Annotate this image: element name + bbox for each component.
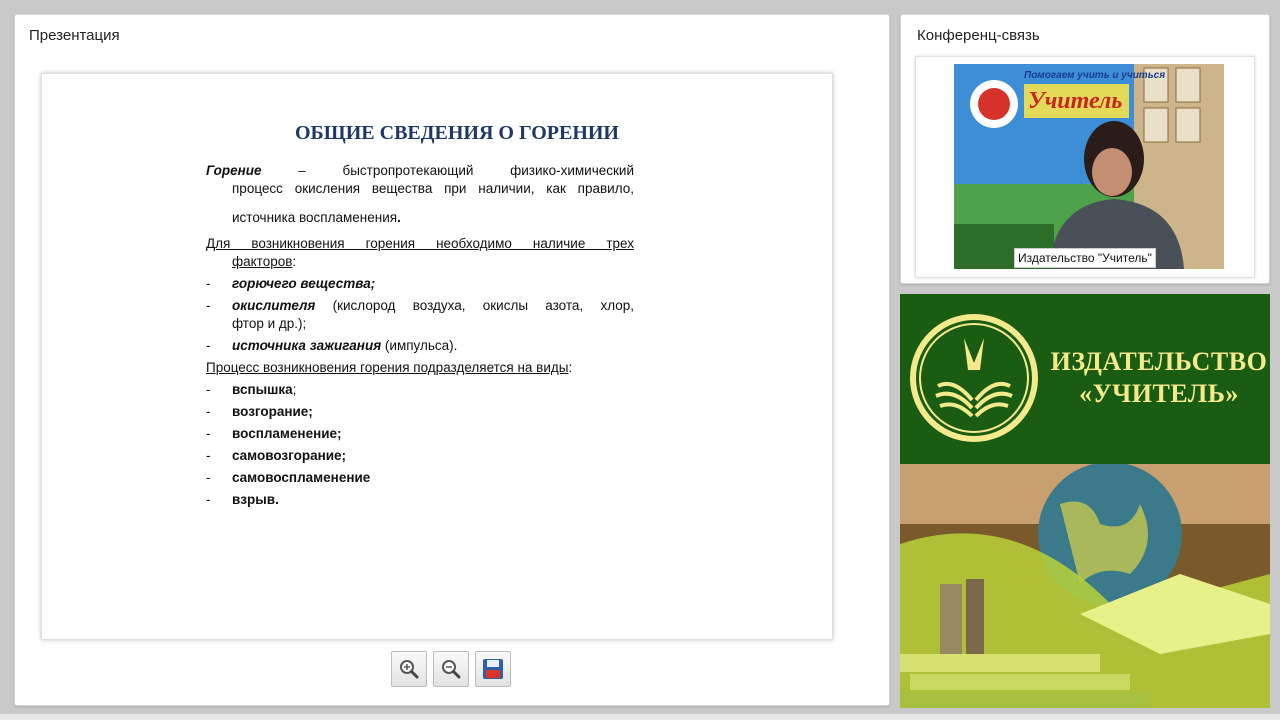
video-feed[interactable]: Учитель Помогаем учить и учиться Издател… [954, 64, 1224, 269]
definition-text-3: источника воспламенения [232, 210, 398, 225]
definition-term: Горение [206, 163, 262, 178]
dash: - [206, 448, 211, 463]
factor-2-cont: фтор и др.); [232, 316, 307, 331]
factors-intro-2: факторов: [232, 254, 297, 269]
publisher-banner: ИЗДАТЕЛЬСТВО «УЧИТЕЛЬ» [900, 294, 1270, 708]
factors-word: факторов [232, 254, 293, 269]
slide: ОБЩИЕ СВЕДЕНИЯ О ГОРЕНИИ Горение – быстр… [41, 73, 833, 640]
publisher-line-1: ИЗДАТЕЛЬСТВО [1050, 347, 1268, 376]
dash: - [206, 276, 211, 291]
zoom-out-icon [442, 660, 461, 679]
factor-2-detail: (кислород воздуха, окислы азота, хлор, [315, 298, 634, 313]
dash: - [206, 382, 211, 397]
save-icon [483, 659, 503, 679]
definition-line-3: источника воспламенения. [232, 210, 401, 225]
factor-1: горючего вещества; [232, 276, 376, 291]
sign-slogan: Помогаем учить и учиться [1024, 70, 1166, 81]
video-frame: Учитель Помогаем учить и учиться Издател… [915, 56, 1255, 278]
dash: - [206, 492, 211, 507]
definition-text-1: – быстропротекающий физико-химический [298, 163, 634, 178]
banner-top: ИЗДАТЕЛЬСТВО «УЧИТЕЛЬ» [900, 294, 1270, 464]
dash: - [206, 470, 211, 485]
bottom-bar [0, 714, 1280, 720]
definition-line-1: Горение – быстропротекающий физико-химич… [206, 162, 634, 180]
zoom-in-icon [400, 660, 419, 679]
publisher-line-2: «УЧИТЕЛЬ» [1079, 379, 1239, 408]
video-label: Издательство "Учитель" [1014, 248, 1156, 268]
dash: - [206, 404, 211, 419]
books-globe-image [900, 464, 1270, 708]
save-button[interactable] [475, 651, 511, 687]
zoom-out-button[interactable] [433, 651, 469, 687]
type-1: вспышка [232, 382, 293, 397]
factor-2: окислителя [232, 298, 316, 313]
conference-title: Конференц-связь [917, 27, 1040, 44]
dash: - [206, 298, 211, 313]
conference-panel: Конференц-связь Учитель Помогаем учить и [900, 14, 1270, 284]
type-3: воспламенение; [232, 426, 342, 441]
factor-3: источника зажигания [232, 338, 382, 353]
type-6: взрыв. [232, 492, 279, 507]
presentation-panel: Презентация ОБЩИЕ СВЕДЕНИЯ О ГОРЕНИИ Гор… [14, 14, 890, 706]
factor-3-detail: (импульса). [381, 338, 458, 353]
factors-intro: Для возникновения горения необходимо нал… [206, 236, 634, 251]
dash: - [206, 426, 211, 441]
presentation-title: Презентация [29, 27, 120, 44]
zoom-in-button[interactable] [391, 651, 427, 687]
type-4: самовозгорание; [232, 448, 347, 463]
banner-image [900, 464, 1270, 708]
types-intro: Процесс возникновения горения подразделя… [206, 360, 573, 375]
types-intro-text: Процесс возникновения горения подразделя… [206, 360, 569, 375]
publisher-name: ИЗДАТЕЛЬСТВО «УЧИТЕЛЬ» [1050, 346, 1268, 410]
type-2: возгорание; [232, 404, 313, 419]
definition-line-2: процесс окисления вещества при наличии, … [232, 181, 634, 196]
slide-heading: ОБЩИЕ СВЕДЕНИЯ О ГОРЕНИИ [295, 122, 619, 144]
publisher-logo-icon [910, 314, 1038, 442]
dash: - [206, 338, 211, 353]
sign-brand: Учитель [1028, 88, 1123, 114]
type-5: самовоспламенение [232, 470, 371, 485]
